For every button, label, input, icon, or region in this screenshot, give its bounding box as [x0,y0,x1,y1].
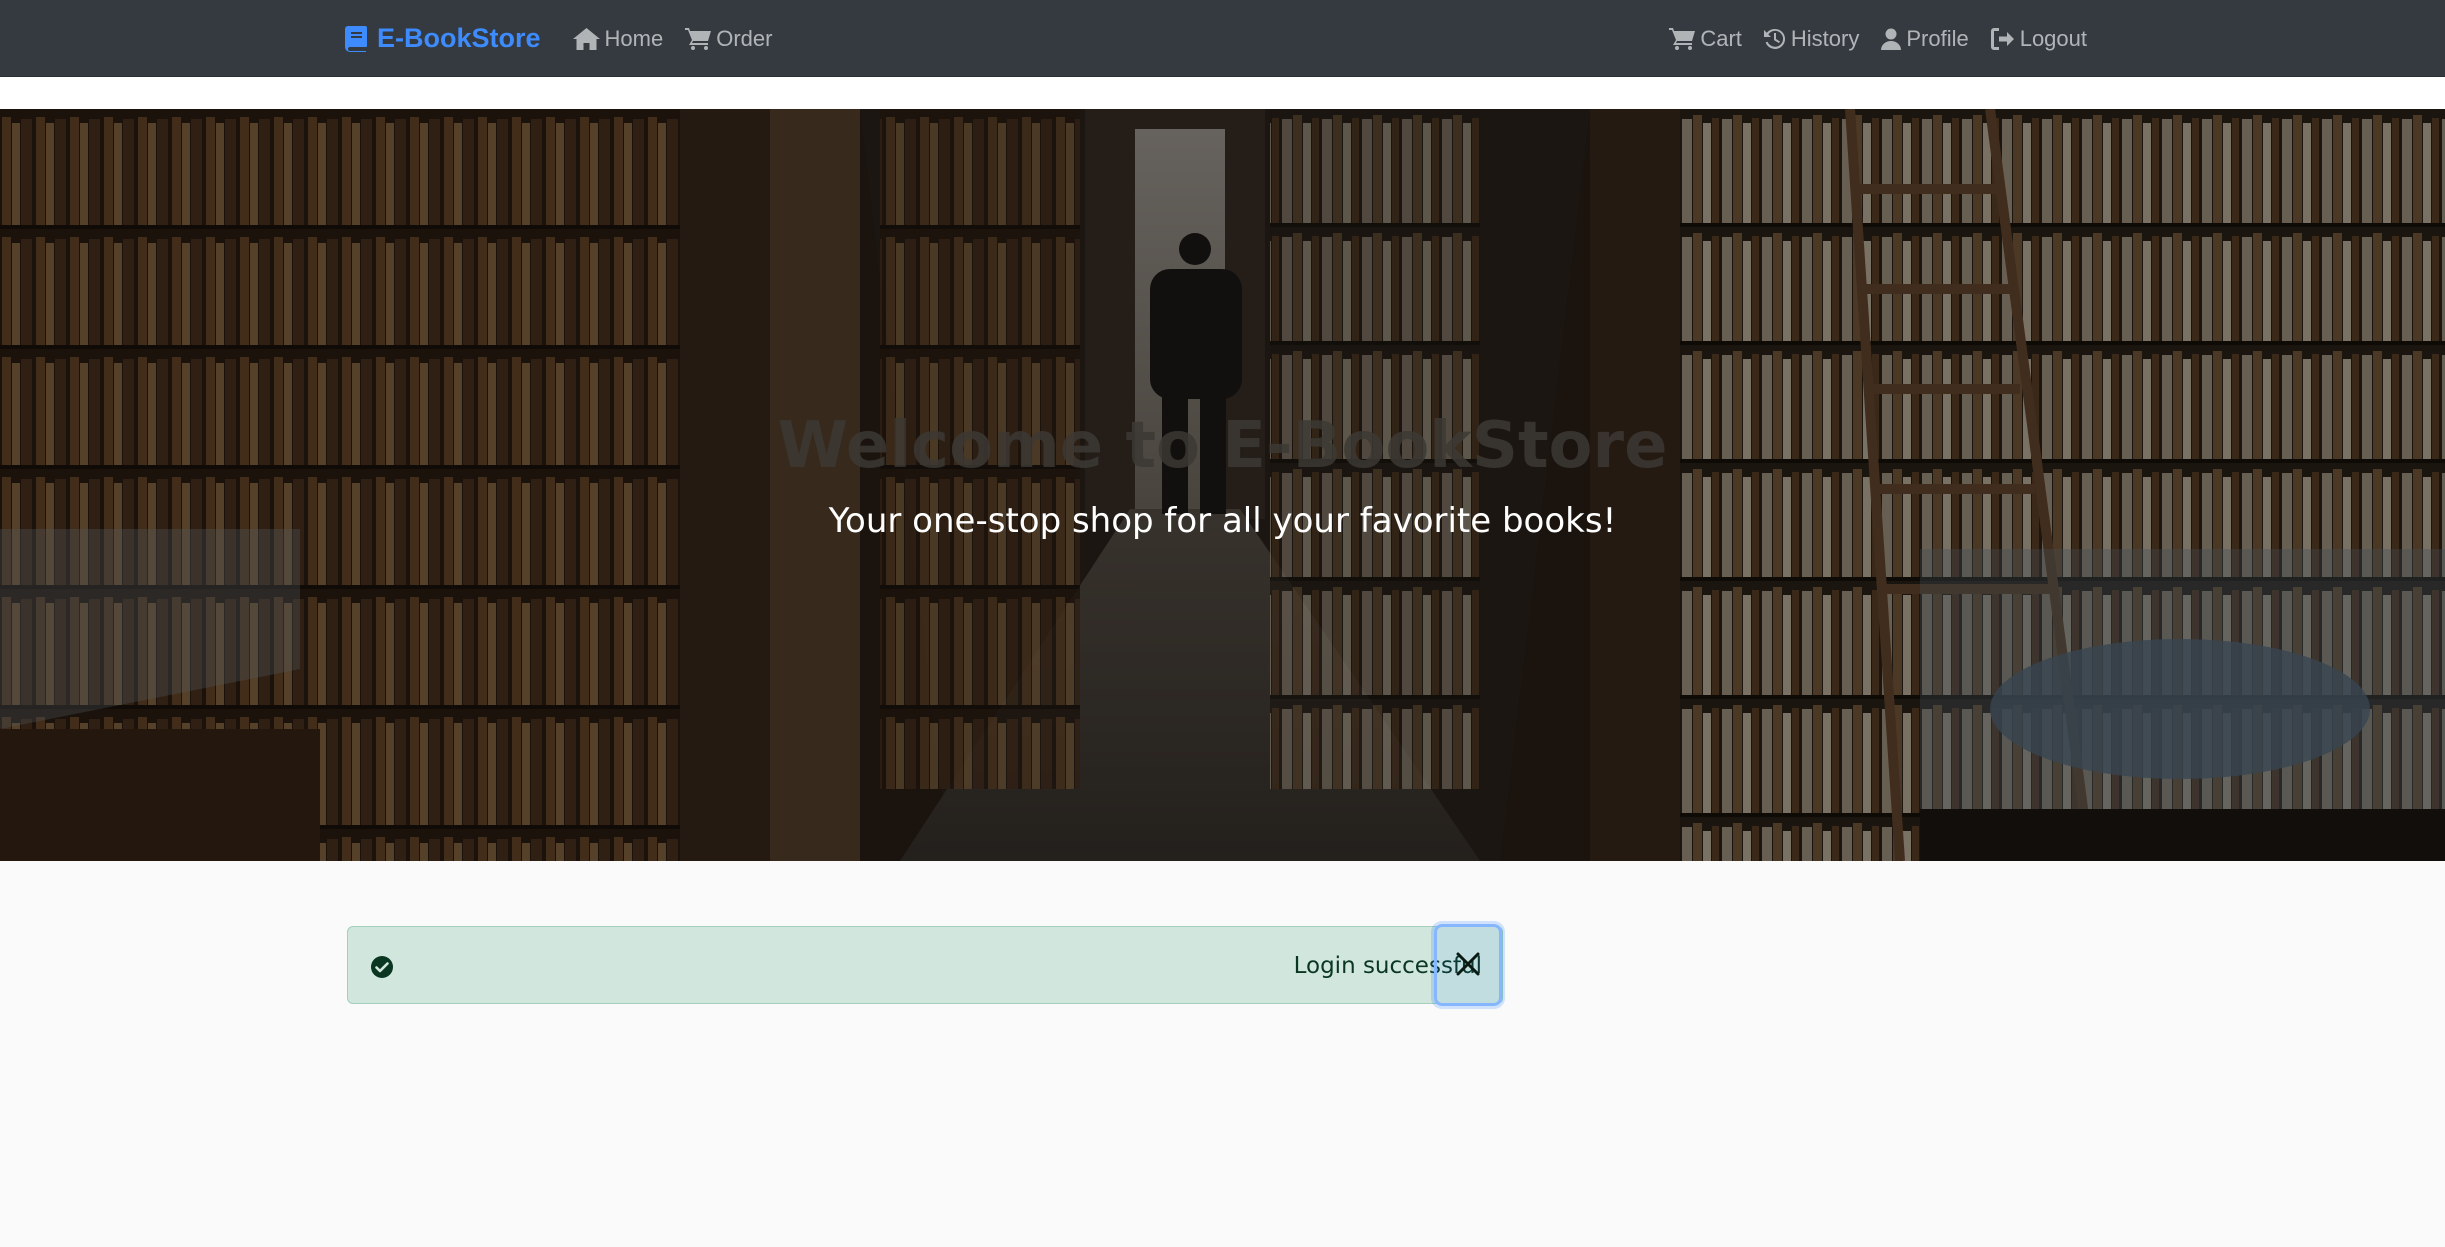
nav-spacer [0,77,2445,109]
nav-cart[interactable]: Cart [1669,26,1742,52]
nav-history[interactable]: History [1763,25,1860,52]
hero-title: Welcome to E-BookStore [777,409,1668,483]
nav-home[interactable]: Home [572,25,664,52]
nav-cart-label: Cart [1700,25,1742,51]
nav-history-label: History [1790,25,1860,51]
cart-icon [685,27,712,50]
nav-profile[interactable]: Profile [1881,25,1969,52]
logout-icon [1990,27,2015,50]
book-icon [345,25,367,52]
top-navbar: E-BookStore Home Order Cart History Prof… [0,0,2445,77]
brand-label: E-BookStore [377,23,541,53]
nav-logout[interactable]: Logout [1990,25,2087,52]
hero-subtitle: Your one-stop shop for all your favorite… [828,501,1617,541]
history-icon [1763,28,1786,50]
brand-link[interactable]: E-BookStore [345,23,541,54]
check-circle-icon [370,955,394,979]
user-icon [1881,28,1902,50]
library-background-image [0,109,2445,861]
login-success-alert: Login successful [347,926,1503,1004]
nav-logout-label: Logout [2019,25,2087,51]
hero-banner: Welcome to E-BookStore Your one-stop sho… [0,109,2445,861]
close-icon [1455,951,1481,980]
home-icon [572,27,600,50]
alert-close-button[interactable] [1434,924,1502,1006]
nav-profile-label: Profile [1906,25,1969,51]
nav-order-label: Order [716,25,773,51]
cart-icon [1669,27,1696,50]
nav-order[interactable]: Order [685,26,772,52]
nav-home-label: Home [604,25,664,51]
